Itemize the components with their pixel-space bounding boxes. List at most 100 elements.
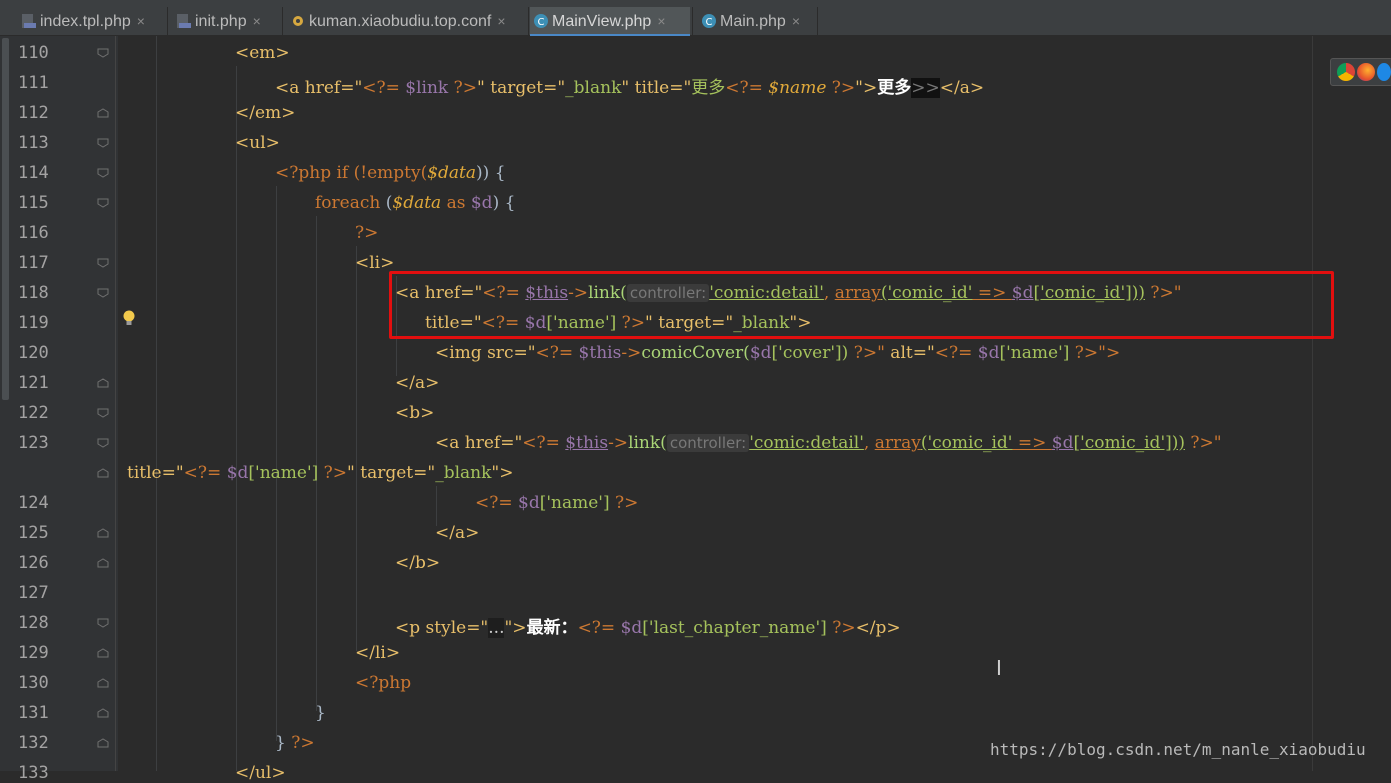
code-line-115: foreach ($data as $d) {: [315, 193, 516, 213]
scrollbar-thumb[interactable]: [2, 38, 9, 400]
scroll-strip[interactable]: [0, 36, 12, 771]
watermark: https://blog.csdn.net/m_nanle_xiaobudiu: [990, 740, 1366, 759]
line-number: 121: [18, 373, 49, 393]
fold-marker-icon[interactable]: [97, 408, 109, 418]
tab-label: index.tpl.php: [40, 13, 131, 30]
code-line-120: <img src="<?= $this->comicCover($d['cove…: [435, 343, 1121, 363]
config-file-icon: [293, 16, 303, 26]
close-icon[interactable]: ×: [792, 13, 800, 29]
line-number: 124: [18, 493, 49, 513]
code-line-132: } ?>: [275, 733, 315, 753]
line-number: 111: [18, 73, 49, 93]
code-line-131: }: [315, 703, 326, 723]
line-number: 119: [18, 313, 49, 333]
fold-marker-icon[interactable]: [97, 738, 109, 748]
fold-marker-icon[interactable]: [97, 258, 109, 268]
line-number: 130: [18, 673, 49, 693]
php-file-icon: [22, 14, 36, 28]
line-number: 122: [18, 403, 49, 423]
code-line-128: <p style="...">最新：<?= $d['last_chapter_n…: [395, 618, 901, 638]
class-file-icon: C: [534, 14, 548, 28]
code-line-113: <ul>: [235, 133, 280, 153]
code-line-133: </ul>: [235, 763, 286, 783]
lightbulb-icon[interactable]: [121, 309, 137, 327]
code-line-112: </em>: [235, 103, 296, 123]
line-number: 131: [18, 703, 49, 723]
line-number: 113: [18, 133, 49, 153]
fold-marker-icon[interactable]: [97, 648, 109, 658]
tab-index-tpl-php[interactable]: index.tpl.php ×: [18, 7, 145, 36]
close-icon[interactable]: ×: [137, 13, 145, 29]
close-icon[interactable]: ×: [657, 13, 665, 29]
text-cursor-icon: I: [996, 656, 1002, 680]
php-file-icon: [177, 14, 191, 28]
code-line-110: <em>: [235, 43, 290, 63]
fold-marker-icon[interactable]: [97, 678, 109, 688]
class-file-icon: C: [702, 14, 716, 28]
fold-marker-icon[interactable]: [97, 378, 109, 388]
tab-kuman-conf[interactable]: kuman.xiaobudiu.top.conf ×: [287, 7, 506, 36]
line-number: 118: [18, 283, 49, 303]
fold-marker-icon[interactable]: [97, 138, 109, 148]
svg-text:C: C: [538, 17, 545, 28]
line-number: 117: [18, 253, 49, 273]
line-number: 112: [18, 103, 49, 123]
firefox-icon[interactable]: [1357, 63, 1375, 81]
line-number: 120: [18, 343, 49, 363]
code-line-121: </a>: [395, 373, 440, 393]
close-icon[interactable]: ×: [497, 13, 505, 29]
tab-label: Main.php: [720, 13, 786, 30]
line-number: 132: [18, 733, 49, 753]
line-number: 110: [18, 43, 49, 63]
fold-marker-icon[interactable]: [97, 288, 109, 298]
line-number: 126: [18, 553, 49, 573]
fold-marker-icon[interactable]: [97, 108, 109, 118]
line-number: 125: [18, 523, 49, 543]
fold-marker-icon[interactable]: [97, 438, 109, 448]
editor-tab-bar: index.tpl.php × init.php × kuman.xiaobudiu…: [0, 0, 1391, 36]
browser-preview-toolbar: [1330, 58, 1391, 86]
line-number: 114: [18, 163, 49, 183]
tab-init-php[interactable]: init.php ×: [173, 7, 261, 36]
code-line-129: </li>: [355, 643, 401, 663]
line-number: 128: [18, 613, 49, 633]
tab-label: init.php: [195, 13, 247, 30]
fold-marker-icon[interactable]: [97, 168, 109, 178]
svg-text:C: C: [706, 17, 713, 28]
code-line-122: <b>: [395, 403, 435, 423]
fold-marker-icon[interactable]: [97, 558, 109, 568]
fold-marker-icon[interactable]: [97, 48, 109, 58]
tab-label: kuman.xiaobudiu.top.conf: [309, 13, 492, 30]
fold-marker-icon[interactable]: [97, 198, 109, 208]
right-margin-guide: [1312, 36, 1313, 771]
code-line-111: <a href="<?= $link ?>" target="_blank" t…: [275, 78, 985, 98]
highlight-box: [389, 271, 1334, 339]
safari-icon[interactable]: [1377, 63, 1391, 81]
fold-marker-icon[interactable]: [97, 708, 109, 718]
tab-mainview-php[interactable]: C MainView.php ×: [530, 7, 690, 36]
chrome-icon[interactable]: [1337, 63, 1355, 81]
code-line-130: <?php: [355, 673, 412, 693]
code-line-117: <li>: [355, 253, 395, 273]
line-number: 116: [18, 223, 49, 243]
tab-main-php[interactable]: C Main.php ×: [698, 7, 800, 36]
code-line-123: <a href="<?= $this->link(controller:'com…: [435, 433, 1222, 453]
code-line-116: ?>: [355, 223, 379, 243]
code-line-126: </b>: [395, 553, 441, 573]
parameter-hint: controller:: [666, 434, 750, 452]
code-line-124: <?= $d['name'] ?>: [475, 493, 639, 513]
tab-label: MainView.php: [552, 13, 652, 30]
code-line-125: </a>: [435, 523, 480, 543]
line-number: 133: [18, 763, 49, 783]
fold-marker-icon[interactable]: [97, 468, 109, 478]
line-number: 123: [18, 433, 49, 453]
line-number: 129: [18, 643, 49, 663]
folded-region: ...: [488, 618, 505, 638]
fold-marker-icon[interactable]: [97, 618, 109, 628]
close-icon[interactable]: ×: [253, 13, 261, 29]
line-number: 127: [18, 583, 49, 603]
line-number: 115: [18, 193, 49, 213]
code-line-123-wrap: title="<?= $d['name'] ?>" target="_blank…: [127, 463, 514, 483]
code-line-114: <?php if (!empty($data)) {: [275, 163, 506, 183]
fold-marker-icon[interactable]: [97, 528, 109, 538]
